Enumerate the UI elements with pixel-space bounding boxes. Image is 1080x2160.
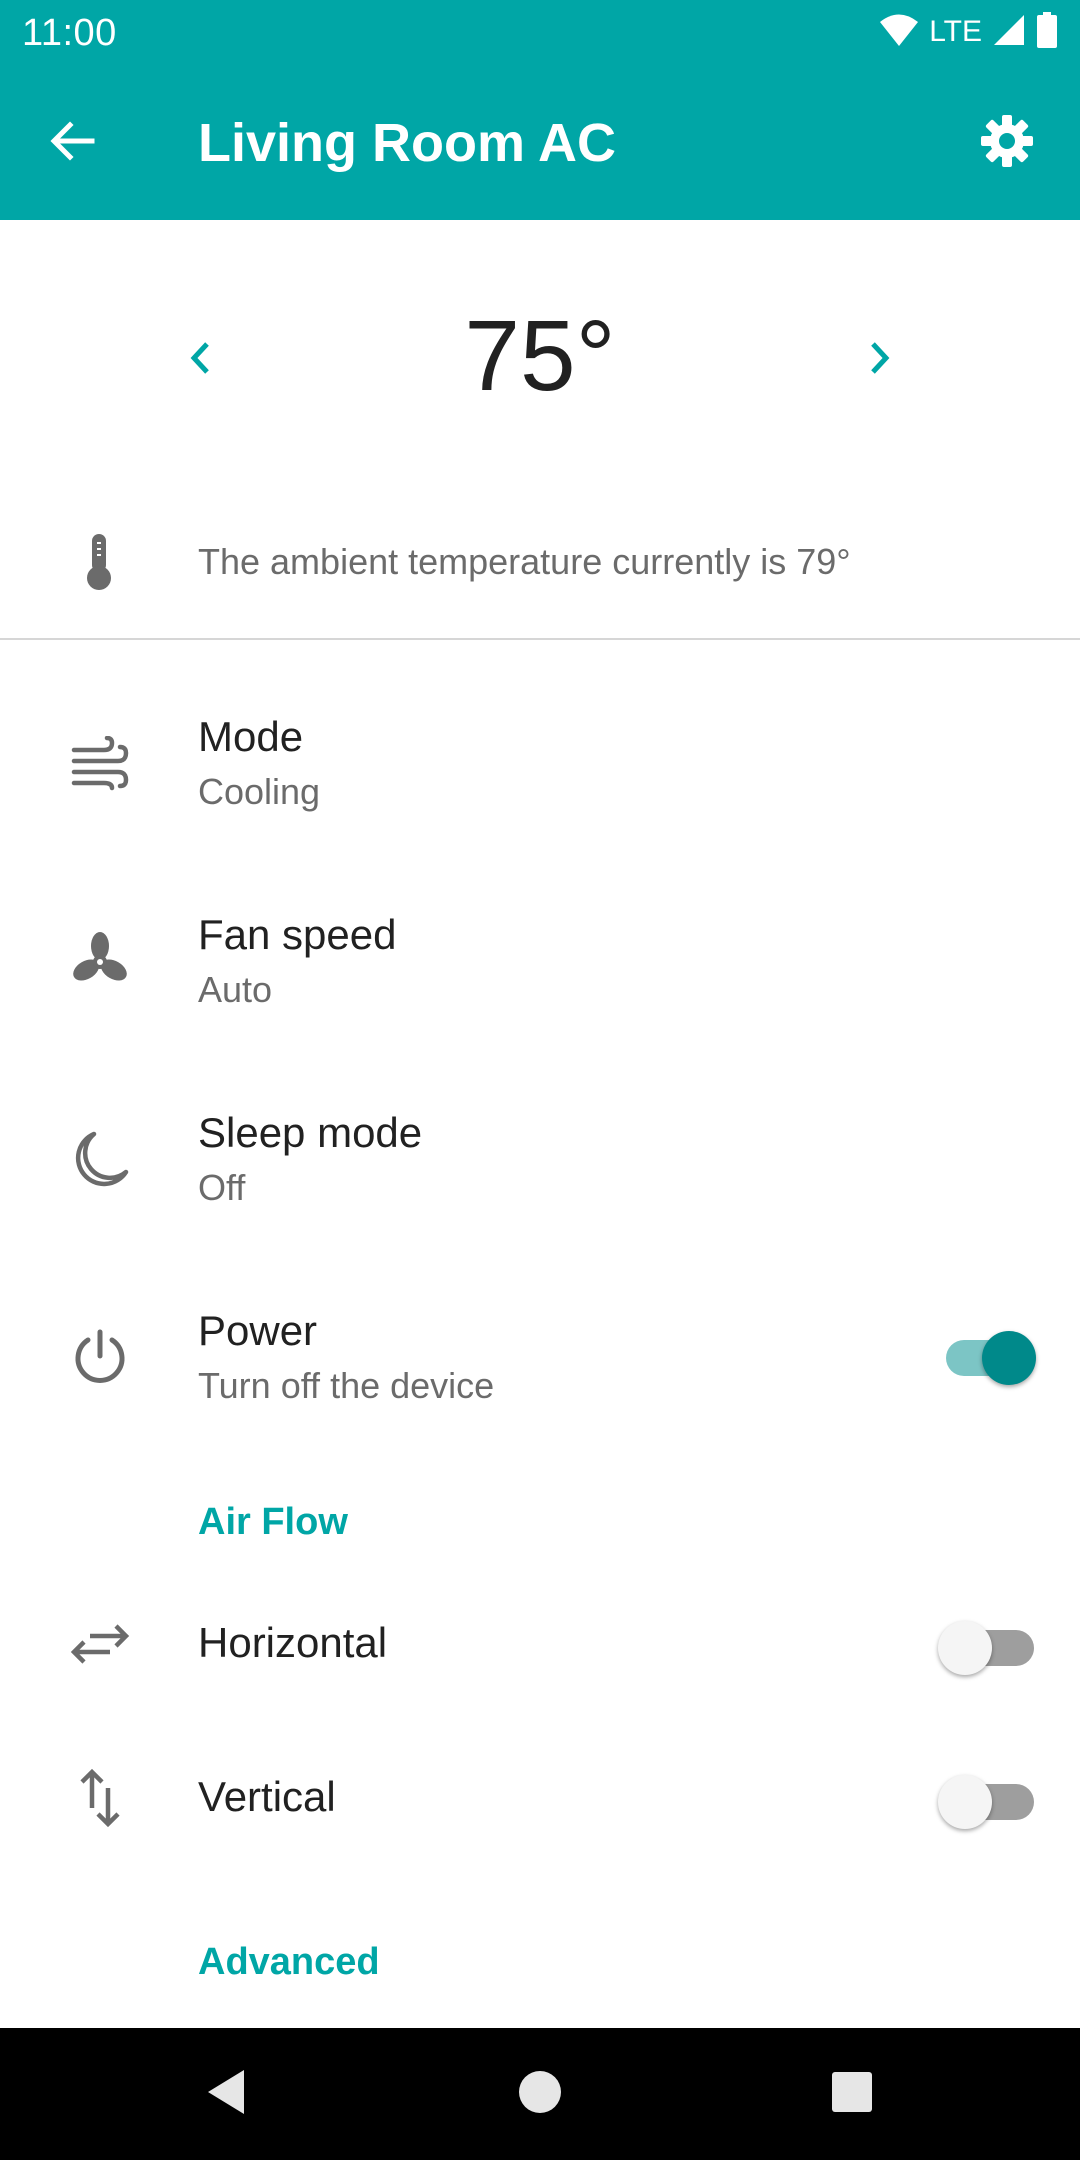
fan-speed-setting[interactable]: Fan speed Auto xyxy=(0,866,1080,1046)
horizontal-toggle[interactable] xyxy=(938,1621,1034,1675)
nav-home-button[interactable] xyxy=(500,2054,580,2134)
page-title: Living Room AC xyxy=(198,113,616,173)
back-triangle-icon xyxy=(204,2068,248,2121)
decrease-temperature-button[interactable] xyxy=(170,330,230,390)
increase-temperature-button[interactable] xyxy=(850,330,910,390)
mode-setting[interactable]: Mode Cooling xyxy=(0,668,1080,848)
recents-square-icon xyxy=(830,2070,874,2119)
air-flow-section-header: Air Flow xyxy=(198,1501,348,1543)
system-navigation-bar xyxy=(0,2028,1080,2160)
power-toggle[interactable] xyxy=(938,1331,1036,1385)
horizontal-airflow-setting[interactable]: Horizontal xyxy=(0,1568,1080,1718)
arrow-back-icon xyxy=(48,117,96,170)
app-bar: Living Room AC xyxy=(0,66,1080,220)
power-icon xyxy=(64,1322,136,1394)
nav-recents-button[interactable] xyxy=(812,2054,892,2134)
temperature-stepper: 75° xyxy=(0,220,1080,480)
ambient-temperature-text: The ambient temperature currently is 79° xyxy=(198,541,851,582)
battery-icon xyxy=(1036,11,1058,53)
chevron-right-icon xyxy=(865,338,895,383)
sleep-mode-title: Sleep mode xyxy=(198,1109,423,1156)
advanced-section-header: Advanced xyxy=(198,1941,380,1983)
gear-icon xyxy=(979,113,1035,174)
horizontal-toggle-thumb xyxy=(938,1621,992,1675)
cellular-signal-icon xyxy=(992,13,1026,52)
power-subtitle: Turn off the device xyxy=(198,1365,495,1406)
vertical-title: Vertical xyxy=(198,1773,336,1820)
mode-title: Mode xyxy=(198,713,304,760)
vertical-airflow-setting[interactable]: Vertical xyxy=(0,1722,1080,1872)
status-time: 11:00 xyxy=(22,12,117,54)
sleep-mode-value: Off xyxy=(198,1167,246,1208)
network-type-label: LTE xyxy=(929,15,982,48)
swap-vertical-icon xyxy=(64,1762,136,1834)
sleep-mode-setting[interactable]: Sleep mode Off xyxy=(0,1064,1080,1244)
horizontal-title: Horizontal xyxy=(198,1619,388,1666)
vertical-toggle[interactable] xyxy=(938,1775,1034,1829)
power-setting[interactable]: Power Turn off the device xyxy=(0,1262,1080,1442)
power-title: Power xyxy=(198,1307,318,1354)
fan-speed-value: Auto xyxy=(198,969,273,1010)
ambient-temperature-row: The ambient temperature currently is 79° xyxy=(0,500,1080,624)
settings-button[interactable] xyxy=(974,110,1040,176)
power-toggle-thumb xyxy=(982,1331,1036,1385)
moon-icon xyxy=(64,1124,136,1196)
mode-value: Cooling xyxy=(198,771,321,812)
fan-icon xyxy=(64,926,136,998)
status-bar: 11:00 LTE xyxy=(0,0,1080,66)
back-button[interactable] xyxy=(40,111,104,175)
status-icons: LTE xyxy=(879,11,1058,53)
wind-icon xyxy=(64,728,136,800)
wifi-icon xyxy=(879,13,919,52)
vertical-toggle-thumb xyxy=(938,1775,992,1829)
fan-speed-title: Fan speed xyxy=(198,911,397,958)
divider xyxy=(0,638,1080,640)
chevron-left-icon xyxy=(185,338,215,383)
nav-back-button[interactable] xyxy=(186,2054,266,2134)
thermometer-icon xyxy=(74,532,124,592)
home-circle-icon xyxy=(518,2070,562,2119)
target-temperature: 75° xyxy=(464,300,616,412)
swap-horizontal-icon xyxy=(64,1608,136,1680)
